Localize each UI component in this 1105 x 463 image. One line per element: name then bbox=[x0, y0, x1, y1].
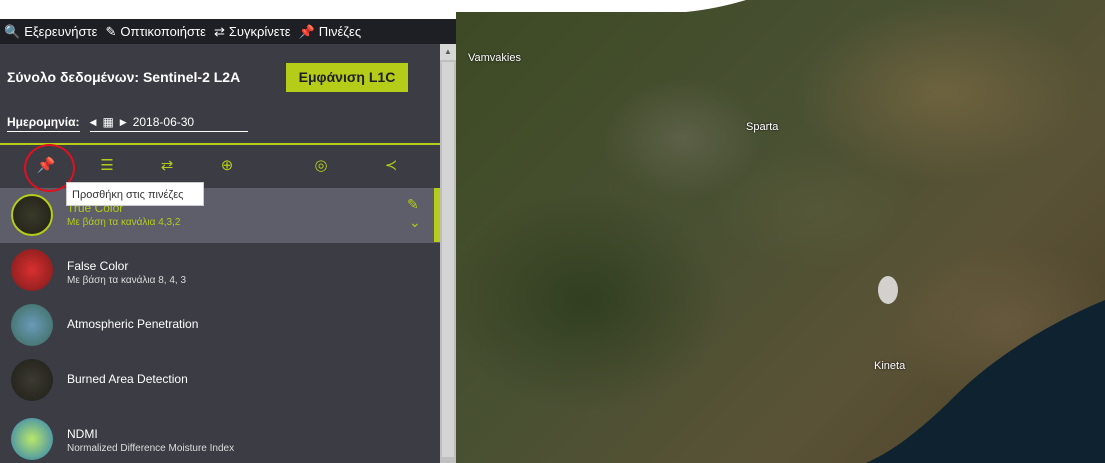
satellite-map[interactable]: Vamvakies Sparta Kineta bbox=[456, 0, 1105, 463]
search-icon: 🔍 bbox=[4, 23, 21, 39]
layer-atmospheric-penetration[interactable]: Atmospheric Penetration bbox=[0, 298, 440, 353]
layer-title: Atmospheric Penetration bbox=[67, 317, 199, 331]
layer-title: NDMI bbox=[67, 427, 98, 441]
tab-compare[interactable]: ⇄ Συγκρίνετε bbox=[214, 24, 291, 40]
layer-false-color[interactable]: False Color Με βάση τα κανάλια 8, 4, 3 bbox=[0, 243, 440, 298]
scrollbar-thumb[interactable] bbox=[442, 62, 454, 457]
sliders-icon[interactable]: ☰ bbox=[93, 156, 121, 176]
layer-thumbnail bbox=[11, 359, 53, 401]
top-nav: 🔍 Εξερευνήστε ✎ Οπτικοποιήστε ⇄ Συγκρίνε… bbox=[0, 19, 456, 44]
layer-thumbnail bbox=[11, 249, 53, 291]
tab-pins[interactable]: 📌 Πινέζες bbox=[299, 24, 362, 40]
brush-icon: ✎ bbox=[105, 23, 117, 39]
panel-scrollbar[interactable]: ▲ bbox=[440, 44, 456, 463]
scroll-up-icon[interactable]: ▲ bbox=[440, 44, 456, 60]
tab-label: Εξερευνήστε bbox=[24, 24, 98, 39]
pin-icon: 📌 bbox=[298, 23, 315, 39]
sea-area bbox=[456, 0, 1105, 463]
tab-label: Συγκρίνετε bbox=[228, 24, 291, 39]
calendar-icon[interactable]: ▦ bbox=[102, 115, 113, 129]
layer-thumbnail bbox=[11, 304, 53, 346]
layer-subtitle: Με βάση τα κανάλια 4,3,2 bbox=[67, 217, 181, 228]
layer-burned-area-detection[interactable]: Burned Area Detection bbox=[0, 353, 440, 408]
place-label: Vamvakies bbox=[468, 52, 521, 64]
divider bbox=[0, 143, 440, 145]
expand-icon[interactable]: ⌄ bbox=[409, 214, 421, 231]
tab-label: Πινέζες bbox=[318, 24, 362, 39]
tab-explore[interactable]: 🔍 Εξερευνήστε bbox=[4, 24, 97, 40]
layer-ndmi[interactable]: NDMI Normalized Difference Moisture Inde… bbox=[0, 408, 440, 463]
compare-icon[interactable]: ⇄ bbox=[153, 156, 181, 176]
tab-visualize[interactable]: ✎ Οπτικοποιήστε bbox=[105, 24, 206, 40]
tab-label: Οπτικοποιήστε bbox=[120, 24, 206, 39]
layer-title: False Color bbox=[67, 259, 129, 273]
dataset-title: Σύνολο δεδομένων: Sentinel-2 L2A bbox=[7, 69, 241, 85]
compare-icon: ⇄ bbox=[213, 23, 225, 39]
layer-thumbnail bbox=[11, 418, 53, 460]
share-icon[interactable]: ≺ bbox=[377, 156, 405, 176]
date-value[interactable]: 2018-06-30 bbox=[133, 115, 194, 129]
layer-thumbnail bbox=[11, 194, 53, 236]
prev-date-icon[interactable]: ◀ bbox=[90, 117, 97, 128]
eye-slash-icon[interactable]: ◎ bbox=[307, 156, 335, 176]
place-label: Sparta bbox=[746, 121, 779, 133]
date-picker[interactable]: ◀ ▦ ▶ 2018-06-30 bbox=[89, 115, 248, 132]
date-row: Ημερομηνία: ◀ ▦ ▶ 2018-06-30 bbox=[7, 115, 248, 132]
layer-title: Burned Area Detection bbox=[67, 372, 188, 386]
date-label: Ημερομηνία: bbox=[7, 115, 80, 132]
show-l1c-button[interactable]: Εμφάνιση L1C bbox=[286, 63, 408, 92]
tooltip: Προσθήκη στις πινέζες bbox=[66, 182, 204, 206]
place-label: Kineta bbox=[874, 360, 906, 372]
edit-icon[interactable]: ✎ bbox=[407, 196, 419, 213]
crosshair-icon[interactable]: ⊕ bbox=[213, 156, 241, 176]
layer-subtitle: Με βάση τα κανάλια 8, 4, 3 bbox=[67, 275, 186, 286]
layer-subtitle: Normalized Difference Moisture Index bbox=[67, 443, 235, 454]
next-date-icon[interactable]: ▶ bbox=[120, 117, 127, 128]
